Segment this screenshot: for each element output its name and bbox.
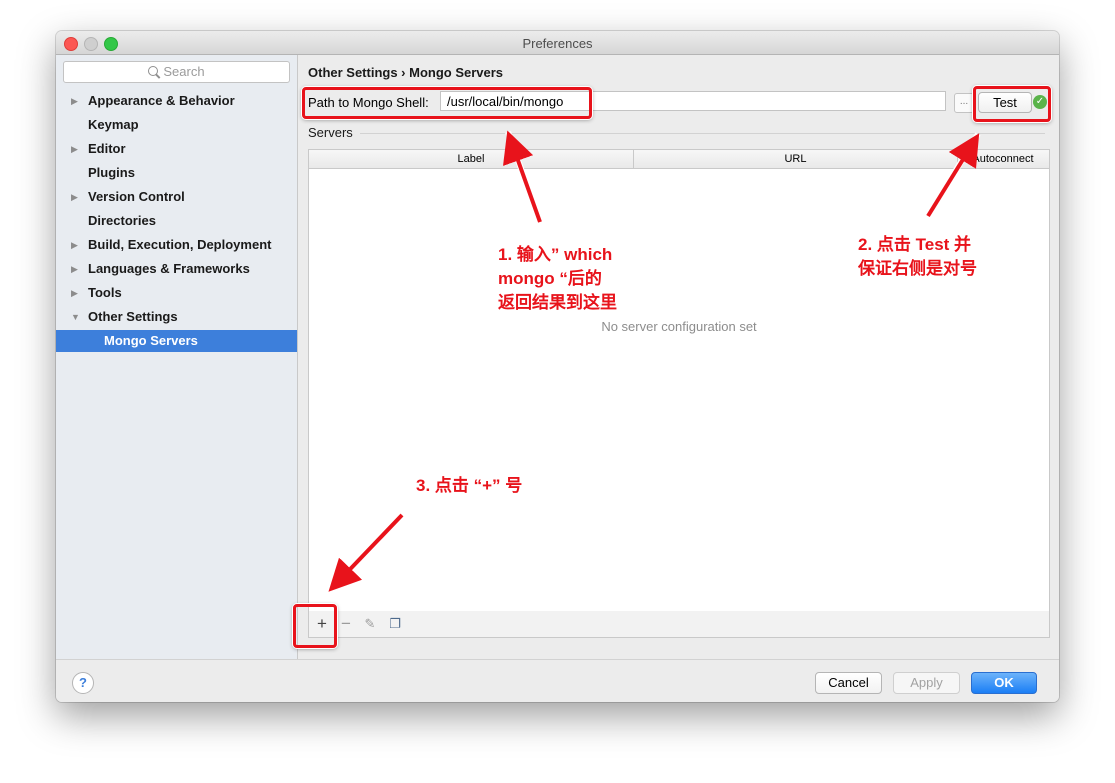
servers-toolbar: + − ✎ ❐ (308, 611, 1050, 638)
sidebar-item-label: Version Control (88, 189, 185, 204)
sidebar-item-keymap[interactable]: Keymap (56, 114, 297, 136)
sidebar-item-label: Appearance & Behavior (88, 93, 235, 108)
sidebar-item-label: Editor (88, 141, 126, 156)
annotation-step-2: 2. 点击 Test 并 保证右侧是对号 (858, 233, 977, 281)
annotation-line: mongo “后的 (498, 269, 602, 288)
section-divider (360, 133, 1045, 134)
sidebar-item-version-control[interactable]: ▶ Version Control (56, 186, 297, 208)
chevron-right-icon[interactable]: ▶ (71, 282, 78, 304)
annotation-line: 2. 点击 Test 并 (858, 235, 972, 254)
annotation-line: 返回结果到这里 (498, 293, 617, 312)
sidebar-item-other-settings[interactable]: ▼ Other Settings (56, 306, 297, 328)
sidebar-item-directories[interactable]: Directories (56, 210, 297, 232)
sidebar-item-label: Other Settings (88, 309, 178, 324)
chevron-right-icon[interactable]: ▶ (71, 90, 78, 112)
dialog-footer: ? Cancel Apply OK (56, 659, 1059, 702)
sidebar-item-appearance-behavior[interactable]: ▶ Appearance & Behavior (56, 90, 297, 112)
annotation-step-1: 1. 输入” which mongo “后的 返回结果到这里 (498, 243, 617, 315)
sidebar-item-label: Languages & Frameworks (88, 261, 250, 276)
ok-button[interactable]: OK (971, 672, 1037, 694)
path-highlight-box (302, 87, 592, 119)
sidebar-item-label: Tools (88, 285, 122, 300)
settings-content: Other Settings › Mongo Servers Path to M… (298, 55, 1059, 659)
chevron-down-icon[interactable]: ▼ (71, 306, 80, 328)
table-header: Label URL Autoconnect (309, 150, 1049, 169)
window-title: Preferences (522, 36, 593, 51)
sidebar-item-label: Build, Execution, Deployment (88, 237, 272, 252)
annotation-step-3: 3. 点击 “+” 号 (416, 476, 523, 495)
sidebar-item-languages-frameworks[interactable]: ▶ Languages & Frameworks (56, 258, 297, 280)
sidebar-item-mongo-servers[interactable]: Mongo Servers (56, 330, 297, 352)
apply-button[interactable]: Apply (893, 672, 960, 694)
edit-pencil-icon[interactable]: ✎ (360, 614, 380, 634)
settings-search-input[interactable]: Search (63, 61, 290, 83)
settings-sidebar: Search ▶ Appearance & Behavior Keymap ▶ … (56, 55, 298, 659)
annotation-line: 保证右侧是对号 (858, 259, 977, 278)
chevron-right-icon[interactable]: ▶ (71, 234, 78, 256)
copy-icon[interactable]: ❐ (385, 614, 405, 634)
preferences-window: Preferences Search ▶ Appearance & Behavi… (56, 31, 1059, 702)
cancel-button[interactable]: Cancel (815, 672, 882, 694)
search-placeholder: Search (163, 64, 205, 79)
sidebar-item-tools[interactable]: ▶ Tools (56, 282, 297, 304)
sidebar-item-label: Mongo Servers (104, 333, 198, 348)
column-header-autoconnect[interactable]: Autoconnect (958, 150, 1048, 168)
sidebar-item-label: Directories (88, 213, 156, 228)
sidebar-item-plugins[interactable]: Plugins (56, 162, 297, 184)
chevron-right-icon[interactable]: ▶ (71, 258, 78, 280)
column-header-label[interactable]: Label (309, 150, 634, 168)
title-bar: Preferences (56, 31, 1059, 55)
help-button[interactable]: ? (72, 672, 94, 694)
test-highlight-box (973, 86, 1051, 122)
servers-section-label: Servers (308, 125, 353, 140)
annotation-line: 1. 输入” which (498, 245, 613, 264)
breadcrumb: Other Settings › Mongo Servers (308, 65, 504, 80)
servers-table[interactable]: Label URL Autoconnect No server configur… (308, 149, 1050, 613)
remove-server-button[interactable]: − (336, 614, 356, 634)
add-highlight-box (293, 604, 337, 648)
sidebar-item-editor[interactable]: ▶ Editor (56, 138, 297, 160)
empty-table-message: No server configuration set (601, 319, 757, 334)
sidebar-item-label: Plugins (88, 165, 135, 180)
chevron-right-icon[interactable]: ▶ (71, 186, 78, 208)
column-header-url[interactable]: URL (634, 150, 958, 168)
sidebar-item-build-execution-deployment[interactable]: ▶ Build, Execution, Deployment (56, 234, 297, 256)
search-icon (148, 66, 159, 76)
sidebar-item-label: Keymap (88, 117, 139, 132)
browse-button[interactable]: ... (954, 93, 974, 113)
chevron-right-icon[interactable]: ▶ (71, 138, 78, 160)
